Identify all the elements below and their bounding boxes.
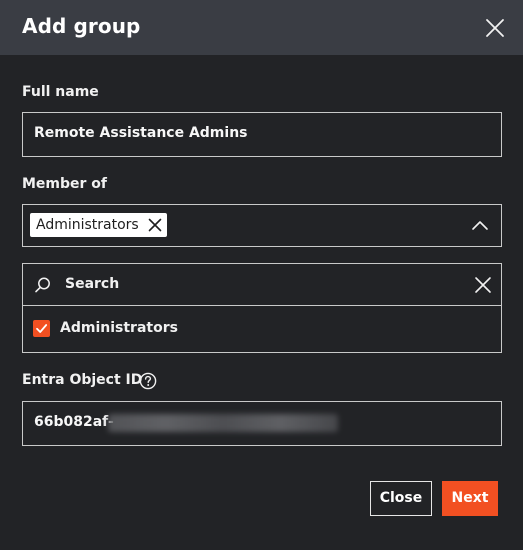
remove-chip-icon[interactable]	[148, 218, 162, 232]
option-label: Administrators	[60, 320, 178, 336]
dialog-header: Add group	[0, 0, 523, 55]
member-of-label: Member of	[22, 176, 108, 192]
checkbox-checked[interactable]	[33, 320, 50, 337]
close-button[interactable]: Close	[370, 481, 432, 516]
entra-object-id-value: 66b082af-	[34, 414, 114, 430]
help-circle-icon[interactable]	[139, 372, 157, 390]
close-icon[interactable]	[484, 17, 506, 39]
member-of-select[interactable]: Administrators	[22, 204, 502, 247]
list-item[interactable]: Administrators	[23, 306, 501, 352]
dropdown-search-row[interactable]: Search	[23, 264, 501, 306]
full-name-field[interactable]: Remote Assistance Admins	[22, 112, 502, 157]
full-name-value: Remote Assistance Admins	[34, 125, 248, 141]
entra-object-id-label: Entra Object ID	[22, 372, 143, 388]
selected-group-chip: Administrators	[30, 213, 167, 237]
chevron-up-icon[interactable]	[471, 219, 489, 231]
next-button[interactable]: Next	[442, 481, 498, 516]
search-input[interactable]: Search	[65, 276, 119, 292]
check-icon	[36, 324, 48, 333]
entra-object-id-field[interactable]: 66b082af-	[22, 401, 502, 446]
redacted-id-blur	[108, 414, 338, 432]
member-of-dropdown: Search Administrators	[22, 263, 502, 353]
search-icon	[35, 277, 50, 293]
dialog-title: Add group	[22, 14, 141, 38]
add-group-dialog: Add group Full name Remote Assistance Ad…	[0, 0, 523, 550]
full-name-label: Full name	[22, 84, 99, 100]
chip-label: Administrators	[36, 217, 139, 233]
close-icon[interactable]	[474, 276, 492, 294]
